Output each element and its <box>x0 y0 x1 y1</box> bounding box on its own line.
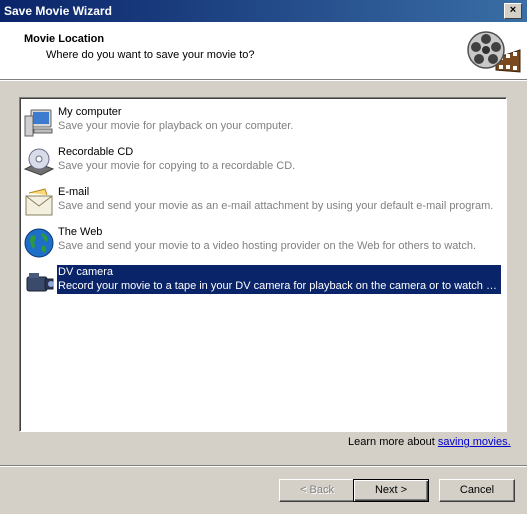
option-description: Save and send your movie to a video host… <box>58 240 477 252</box>
close-button[interactable]: × <box>504 3 522 19</box>
globe-icon <box>24 228 54 258</box>
learn-more: Learn more about saving movies. <box>348 436 511 448</box>
email-icon <box>25 188 53 216</box>
option-dv-camera[interactable]: DV camera Record your movie to a tape in… <box>21 265 501 301</box>
option-label: My computer <box>58 106 122 118</box>
option-label: DV camera <box>58 266 114 278</box>
option-recordable-cd[interactable]: Recordable CD Save your movie for copyin… <box>21 145 501 181</box>
location-list[interactable]: My computer Save your movie for playback… <box>19 97 507 432</box>
option-description: Save and send your movie as an e-mail at… <box>58 200 494 212</box>
title-bar[interactable]: Save Movie Wizard × <box>0 0 527 22</box>
back-button[interactable]: < Back <box>279 479 355 502</box>
footer-divider-highlight <box>0 466 527 467</box>
option-label: E-mail <box>58 186 90 198</box>
computer-icon <box>24 109 53 137</box>
option-description: Save your movie for copying to a recorda… <box>58 160 296 172</box>
wizard-header: Movie Location Where do you want to save… <box>0 22 527 80</box>
dv-camera-icon <box>26 273 54 292</box>
window-title: Save Movie Wizard <box>4 4 112 18</box>
header-divider <box>0 80 527 81</box>
film-reel-icon <box>467 31 521 73</box>
cd-icon <box>23 148 55 176</box>
cancel-button[interactable]: Cancel <box>439 479 515 502</box>
option-description: Record your movie to a tape in your DV c… <box>58 280 501 292</box>
option-label: The Web <box>58 226 103 238</box>
option-my-computer[interactable]: My computer Save your movie for playback… <box>21 105 501 141</box>
option-description: Save your movie for playback on your com… <box>58 120 294 132</box>
page-title: Movie Location <box>24 33 105 45</box>
option-the-web[interactable]: The Web Save and send your movie to a vi… <box>21 225 501 261</box>
option-label: Recordable CD <box>58 146 134 158</box>
next-button[interactable]: Next > <box>353 479 429 502</box>
option-email[interactable]: E-mail Save and send your movie as an e-… <box>21 185 501 221</box>
page-subtitle: Where do you want to save your movie to? <box>46 49 255 61</box>
learn-more-text: Learn more about <box>348 436 438 448</box>
saving-movies-link[interactable]: saving movies. <box>438 436 511 448</box>
